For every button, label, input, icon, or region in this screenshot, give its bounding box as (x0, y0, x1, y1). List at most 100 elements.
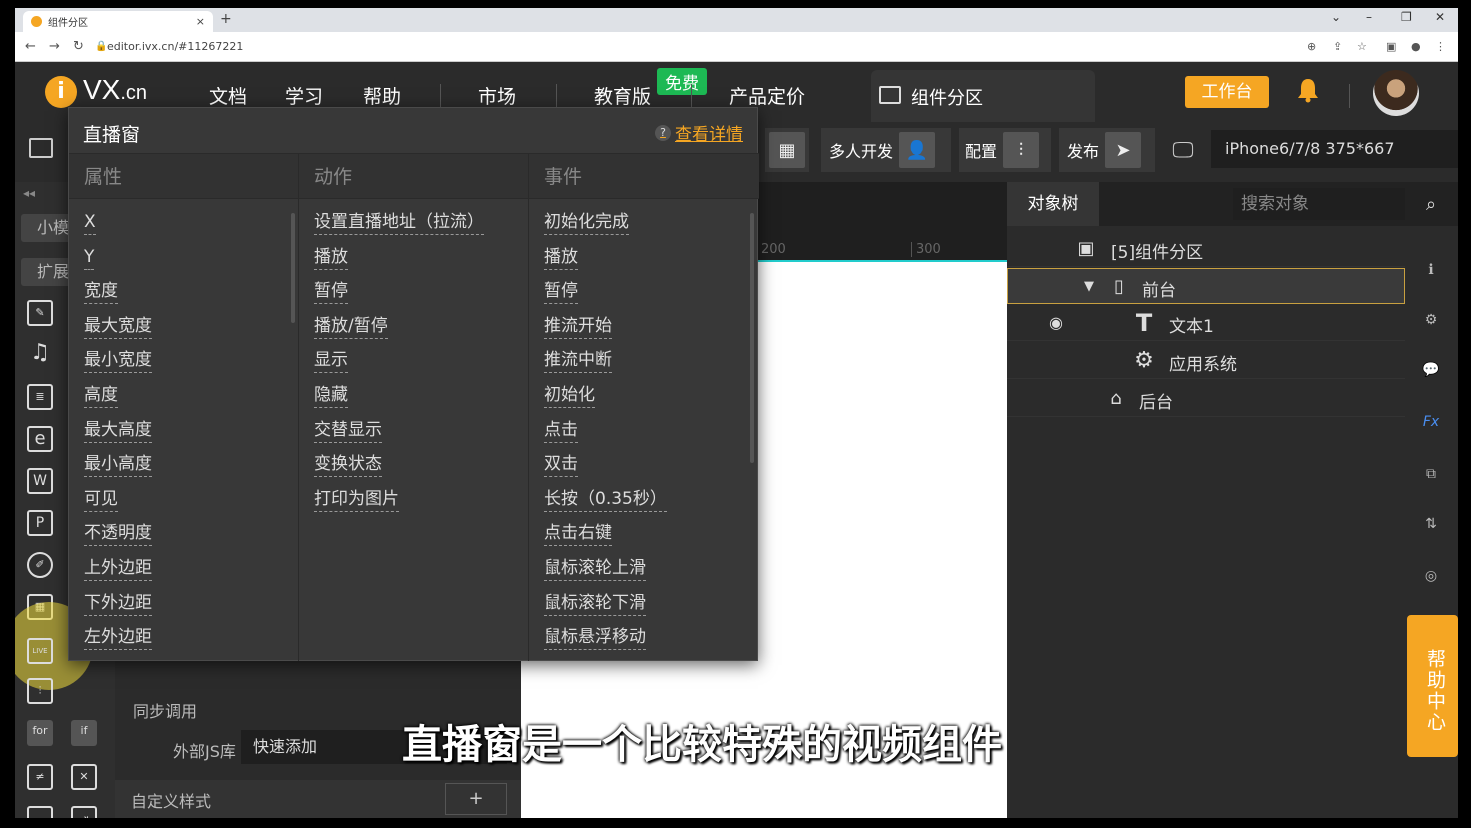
restore-button[interactable]: ❐ (1401, 10, 1412, 24)
expand-triangle-icon[interactable]: ▼ (1078, 276, 1100, 298)
nav-education[interactable]: 教育版 (594, 82, 651, 109)
publish-button[interactable]: 发布 ➤ (1059, 128, 1155, 172)
action-item[interactable]: 设置直播地址（拉流） (314, 209, 484, 235)
info-icon[interactable]: ℹ (1421, 262, 1441, 282)
add-style-button[interactable]: + (445, 783, 507, 815)
new-tab-button[interactable]: + (220, 11, 232, 27)
misc-icon[interactable] (27, 806, 53, 818)
layers-icon[interactable]: ⧉ (1421, 466, 1441, 486)
tree-node-root[interactable]: ▣ [5]组件分区 (1007, 231, 1405, 267)
property-item[interactable]: 最小宽度 (84, 347, 152, 374)
events-scrollbar[interactable] (750, 213, 754, 463)
eye-icon[interactable]: ◉ (1045, 312, 1067, 334)
device-select[interactable]: iPhone6/7/8 375*667 (1211, 130, 1458, 168)
equalizer-icon[interactable]: ⫶ (27, 678, 53, 704)
nav-pricing[interactable]: 产品定价 (729, 82, 805, 109)
target-icon[interactable]: ◎ (1421, 568, 1441, 588)
comment-icon[interactable]: 💬 (1421, 362, 1441, 382)
action-item[interactable]: 隐藏 (314, 382, 348, 408)
nav-help[interactable]: 帮助 (363, 82, 401, 109)
nav-market[interactable]: 市场 (478, 82, 516, 109)
event-item[interactable]: 鼠标悬浮移动 (544, 624, 646, 651)
close-tab-icon[interactable]: × (196, 15, 205, 28)
action-item[interactable]: 播放 (314, 244, 348, 270)
action-item[interactable]: 交替显示 (314, 417, 382, 443)
tree-node-app-system[interactable]: ⚙ 应用系统 (1007, 343, 1405, 379)
properties-scrollbar[interactable] (291, 213, 295, 323)
back-icon[interactable]: ← (25, 39, 36, 54)
share-icon[interactable]: ⇪ (1333, 40, 1342, 53)
zoom-icon[interactable]: ⊕ (1307, 40, 1316, 53)
event-item[interactable]: 暂停 (544, 278, 578, 305)
event-item[interactable]: 长按（0.35秒） (544, 486, 667, 512)
forward-icon[interactable]: → (49, 39, 60, 54)
property-item[interactable]: 高度 (84, 382, 118, 408)
event-item[interactable]: 点击右键 (544, 520, 612, 547)
close-window-button[interactable]: ✕ (1435, 10, 1445, 24)
word-doc-icon[interactable]: W (27, 468, 53, 494)
profile-icon[interactable]: ● (1411, 40, 1421, 53)
event-item[interactable]: 双击 (544, 451, 578, 478)
search-icon[interactable]: ⌕ (1421, 194, 1441, 215)
property-item[interactable]: 左外边距 (84, 624, 152, 651)
property-item[interactable]: 上外边距 (84, 555, 152, 581)
property-item[interactable]: 下外边距 (84, 590, 152, 616)
action-item[interactable]: 暂停 (314, 278, 348, 305)
event-item[interactable]: 鼠标滚轮上滑 (544, 555, 646, 581)
object-tree-title[interactable]: 对象树 (1007, 182, 1099, 226)
bell-icon[interactable] (1297, 77, 1319, 103)
workbench-button[interactable]: 工作台 (1185, 76, 1269, 108)
property-item[interactable]: X (84, 209, 96, 235)
action-item[interactable]: 打印为图片 (314, 486, 399, 512)
reload-icon[interactable]: ↻ (73, 39, 84, 54)
action-item[interactable]: 播放/暂停 (314, 313, 388, 339)
sidepanel-icon[interactable]: ▣ (1386, 40, 1396, 53)
tree-node-backend[interactable]: ⌂ 后台 (1007, 381, 1405, 417)
avatar[interactable] (1373, 70, 1419, 116)
event-item[interactable]: 播放 (544, 244, 578, 270)
view-details-link[interactable]: ? 查看详情 (655, 120, 743, 145)
help-center-button[interactable]: 帮助中心 (1407, 615, 1458, 757)
url-field[interactable]: editor.ivx.cn/#11267221 (107, 40, 243, 53)
logo-text[interactable]: VX.cn (83, 74, 147, 106)
form-icon[interactable]: ≣ (27, 384, 53, 410)
event-item[interactable]: 初始化完成 (544, 209, 629, 235)
if-condition-icon[interactable]: if (71, 720, 97, 746)
property-item[interactable]: 最大高度 (84, 417, 152, 443)
browser-menu-icon[interactable]: ⋮ (1435, 40, 1446, 53)
tab-component-partition[interactable]: 组件分区 (871, 70, 1095, 122)
swap-icon[interactable]: ⇅ (1421, 516, 1441, 536)
action-item[interactable]: 变换状态 (314, 451, 382, 478)
qrcode-button[interactable]: ▦ (765, 128, 809, 172)
browser-tab[interactable]: 组件分区 × (23, 11, 213, 32)
device-toggle[interactable]: 🖵 (1161, 128, 1205, 172)
live-window-icon[interactable]: LIVE (27, 638, 53, 664)
event-item[interactable]: 推流中断 (544, 347, 612, 374)
event-item[interactable]: 推流开始 (544, 313, 612, 339)
tree-node-frontend[interactable]: ▼ ▯ 前台 (1007, 268, 1405, 304)
config-button[interactable]: 配置 ⫶ (959, 128, 1051, 172)
folder-icon[interactable] (29, 138, 53, 158)
close-box-icon[interactable]: ✕ (71, 764, 97, 790)
function-icon[interactable]: ≠ (27, 764, 53, 790)
tab-search-icon[interactable]: ⌄ (1331, 10, 1341, 24)
browser-e-icon[interactable]: e (27, 426, 53, 452)
function-fx-icon[interactable]: Fx (1421, 414, 1441, 434)
property-item[interactable]: 最大宽度 (84, 313, 152, 339)
nav-docs[interactable]: 文档 (209, 82, 247, 109)
minimize-button[interactable]: – (1366, 10, 1372, 24)
search-object-input[interactable]: 搜索对象 (1233, 188, 1419, 220)
event-item[interactable]: 初始化 (544, 382, 595, 408)
export-icon[interactable]: ⇥ (71, 806, 97, 818)
draw-icon[interactable]: ✐ (27, 552, 53, 578)
ppt-doc-icon[interactable]: P (27, 510, 53, 536)
event-item[interactable]: 鼠标滚轮下滑 (544, 590, 646, 616)
settings-icon[interactable]: ⚙ (1421, 312, 1441, 332)
music-icon[interactable]: ♫ (27, 342, 53, 368)
property-item[interactable]: Y (84, 244, 95, 270)
event-item[interactable]: 点击 (544, 417, 578, 443)
property-item[interactable]: 最小高度 (84, 451, 152, 478)
edit-icon[interactable]: ✎ (27, 300, 53, 326)
property-item[interactable]: 可见 (84, 486, 118, 512)
for-loop-icon[interactable]: for (27, 720, 53, 746)
